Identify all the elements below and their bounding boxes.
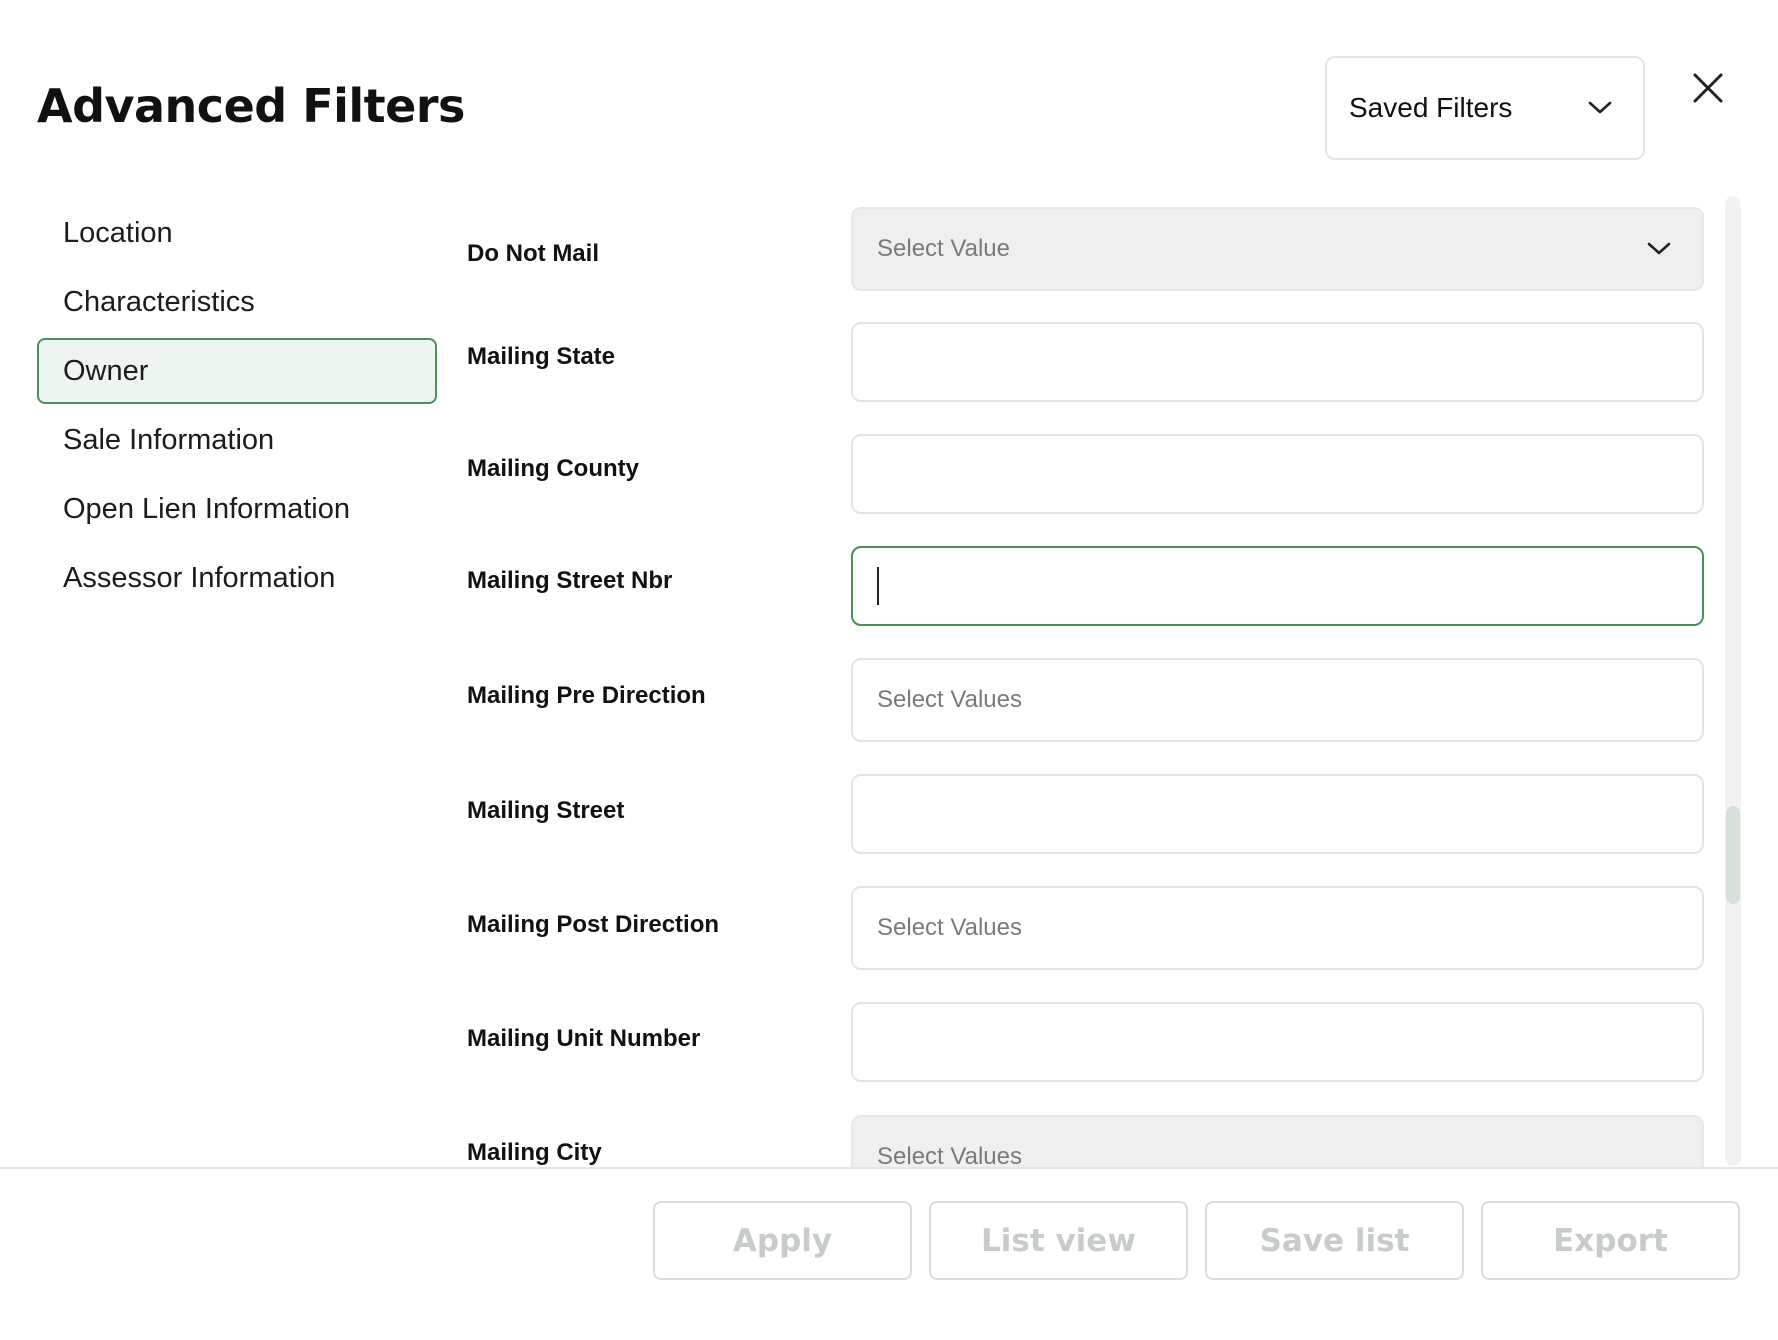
select-placeholder: Select Values (877, 686, 1022, 713)
field-label: Mailing Post Direction (467, 911, 720, 938)
list-view-button[interactable]: List view (929, 1201, 1188, 1280)
mailing-city-select[interactable]: Select Values (851, 1115, 1704, 1167)
mailing-unit-number-input[interactable] (851, 1002, 1704, 1082)
save-list-button[interactable]: Save list (1205, 1201, 1464, 1280)
export-button[interactable]: Export (1481, 1201, 1740, 1280)
mailing-state-input[interactable] (851, 322, 1704, 402)
footer-divider (0, 1167, 1778, 1169)
field-label: Do Not Mail (467, 240, 599, 267)
saved-filters-dropdown[interactable]: Saved Filters (1325, 56, 1645, 160)
form-scrollbar-track[interactable] (1725, 196, 1741, 1166)
chevron-down-icon (1647, 242, 1671, 255)
close-icon[interactable] (1690, 70, 1726, 106)
text-cursor (877, 567, 879, 605)
do-not-mail-select[interactable]: Select Value (851, 207, 1704, 291)
mailing-street-input[interactable] (851, 774, 1704, 854)
mailing-post-direction-select[interactable]: Select Values (851, 886, 1704, 970)
apply-button[interactable]: Apply (653, 1201, 912, 1280)
select-placeholder: Select Values (877, 914, 1022, 941)
chevron-down-icon (1588, 101, 1612, 114)
field-label: Mailing Street Nbr (467, 567, 673, 594)
filter-form: Do Not Mail Select Value Mailing State M… (0, 190, 1778, 1167)
field-label: Mailing City (467, 1139, 602, 1166)
field-label: Mailing Pre Direction (467, 682, 706, 709)
mailing-pre-direction-select[interactable]: Select Values (851, 658, 1704, 742)
field-label: Mailing State (467, 343, 616, 370)
mailing-county-input[interactable] (851, 434, 1704, 514)
field-label: Mailing County (467, 455, 639, 482)
select-placeholder: Select Value (877, 235, 1010, 262)
select-placeholder: Select Values (877, 1143, 1022, 1167)
saved-filters-label: Saved Filters (1349, 92, 1513, 123)
field-label: Mailing Street (467, 797, 625, 824)
form-scrollbar-thumb[interactable] (1726, 806, 1740, 904)
mailing-street-nbr-input[interactable] (851, 546, 1704, 626)
page-title: Advanced Filters (37, 79, 465, 133)
field-label: Mailing Unit Number (467, 1025, 701, 1052)
